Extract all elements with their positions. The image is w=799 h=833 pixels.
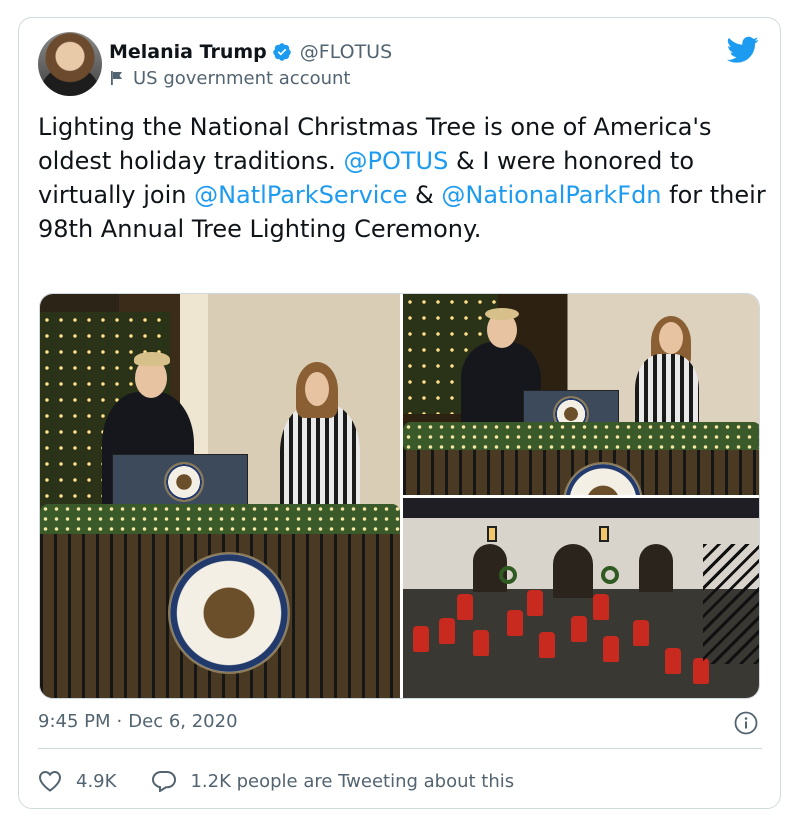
mention-link-natlparkservice[interactable]: @NatlParkService: [194, 181, 407, 209]
mention-link-potus[interactable]: @POTUS: [344, 147, 449, 175]
photo-applause[interactable]: [403, 294, 759, 495]
conversation-count[interactable]: 1.2K people are Tweeting about this: [190, 771, 514, 792]
government-label: US government account: [133, 67, 351, 89]
photo-marine-band[interactable]: [403, 498, 759, 698]
like-count[interactable]: 4.9K: [76, 771, 116, 792]
tweet-text: Lighting the National Christmas Tree is …: [38, 110, 768, 246]
action-bar: 4.9K 1.2K people are Tweeting about this: [38, 766, 514, 796]
info-icon[interactable]: [734, 711, 758, 735]
photo-podium-speech[interactable]: [40, 294, 400, 698]
heart-icon[interactable]: [38, 770, 62, 792]
government-label-row: US government account: [109, 66, 351, 90]
mention-link-nationalparkfdn[interactable]: @NationalParkFdn: [441, 181, 661, 209]
reply-icon[interactable]: [152, 770, 177, 792]
timestamp[interactable]: 9:45 PM · Dec 6, 2020: [38, 708, 238, 734]
tweet-time: 9:45 PM: [38, 710, 111, 732]
divider: [38, 748, 762, 749]
timestamp-separator: ·: [116, 710, 123, 732]
author-row: Melania Trump @FLOTUS: [109, 39, 392, 65]
tweet-card[interactable]: Melania Trump @FLOTUS US government acco…: [18, 17, 781, 809]
tweet-date: Dec 6, 2020: [128, 710, 238, 732]
media-grid: [39, 293, 760, 699]
author-name[interactable]: Melania Trump: [109, 41, 267, 63]
twitter-bird-icon[interactable]: [727, 36, 759, 64]
verified-badge-icon: [273, 43, 291, 61]
flag-icon: [111, 71, 122, 85]
author-handle[interactable]: @FLOTUS: [300, 41, 392, 63]
tweet-text-part: &: [407, 181, 442, 209]
avatar[interactable]: [38, 32, 102, 96]
